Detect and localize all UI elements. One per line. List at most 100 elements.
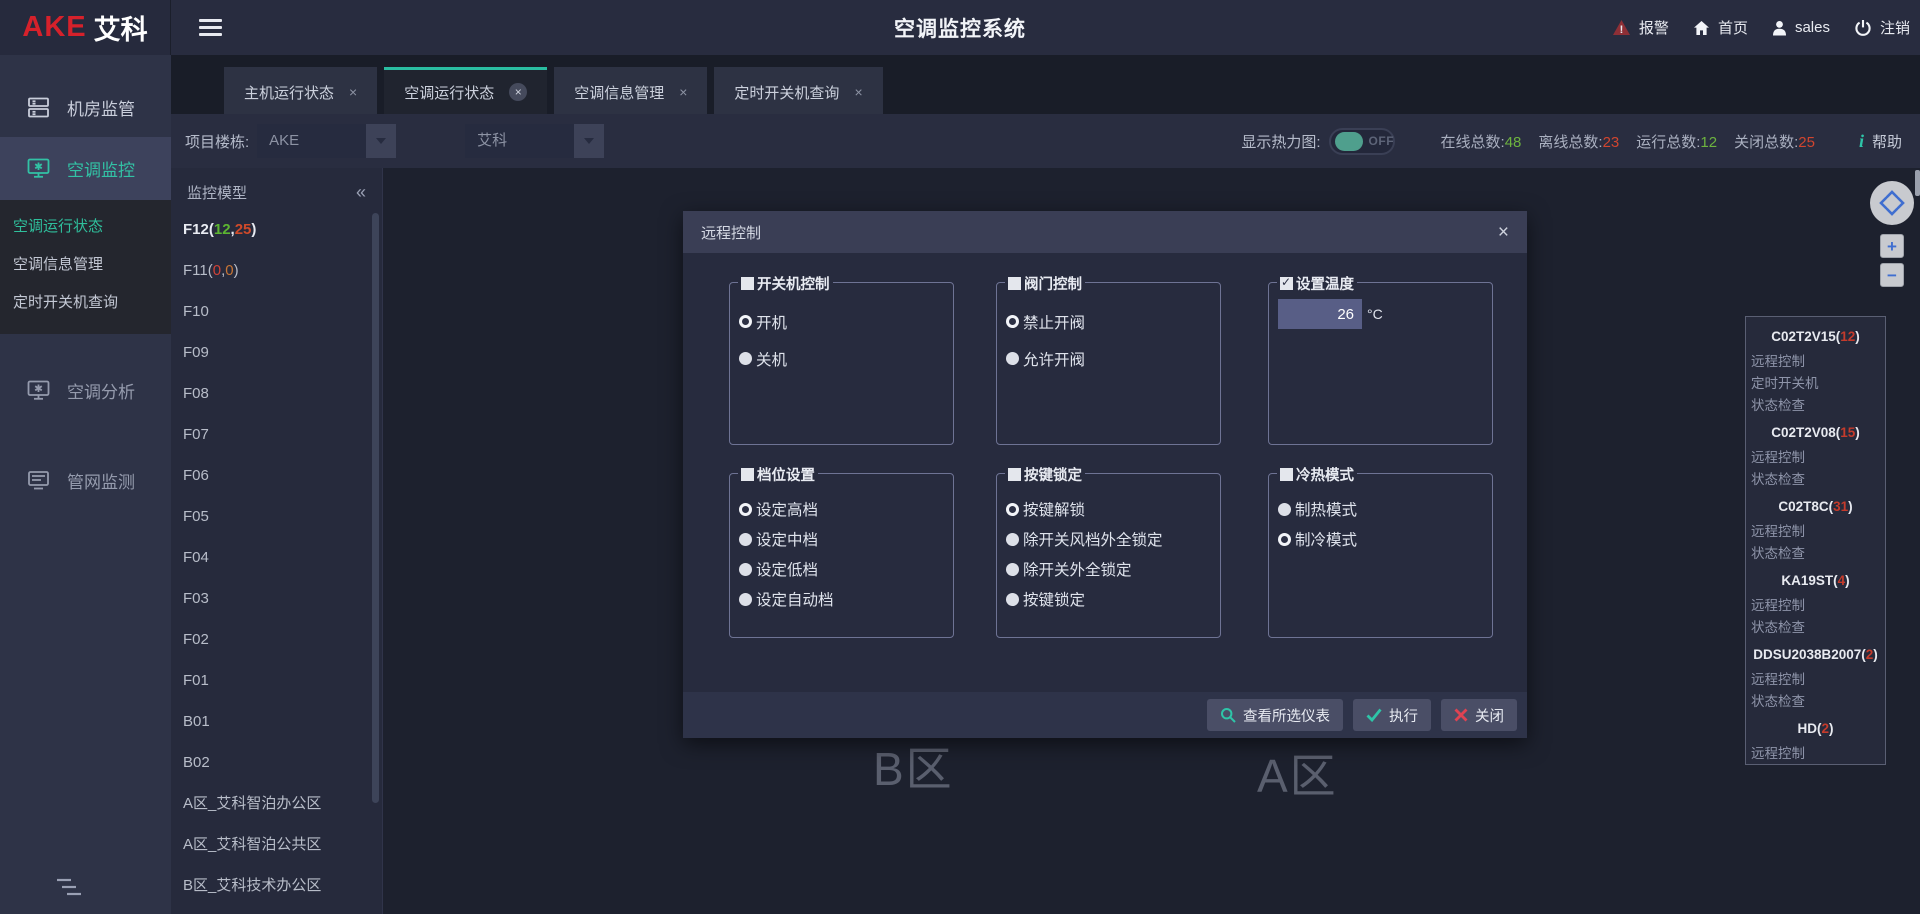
radio-icon[interactable] [739,533,752,546]
tab-close-icon[interactable]: × [679,85,687,99]
device-action-link[interactable]: 远程控制 [1746,521,1885,543]
tab-close-icon[interactable]: × [854,85,862,99]
model-item[interactable]: F02 [171,619,382,660]
hamburger-menu-icon[interactable] [199,19,222,36]
model-item[interactable]: F10 [171,291,382,332]
temperature-input[interactable] [1278,299,1362,329]
radio-option[interactable]: 设定高档 [739,494,953,524]
model-item[interactable]: A区_艾科智泊公共区 [171,824,382,865]
group-checkbox[interactable] [1280,468,1293,481]
radio-icon[interactable] [1006,503,1019,516]
tab-4[interactable]: 定时开关机查询× [714,67,882,114]
radio-icon[interactable] [1278,533,1291,546]
model-item[interactable]: F12(12,25) [171,209,382,250]
block-select[interactable]: 艾科 [465,124,604,158]
radio-icon[interactable] [739,593,752,606]
sidebar-subitem[interactable]: 定时开关机查询 [0,284,171,322]
sidebar-subitem[interactable]: 空调运行状态 [0,208,171,246]
group-legend[interactable]: 档位设置 [738,464,818,485]
model-item[interactable]: F11(0,0) [171,250,382,291]
tab-1[interactable]: 主机运行状态× [224,67,377,114]
sidebar-collapse-tree-icon[interactable] [56,876,82,902]
model-item[interactable]: F01 [171,660,382,701]
radio-icon[interactable] [739,503,752,516]
device-action-link[interactable]: 状态检查 [1746,469,1885,491]
nav-alarm-button[interactable]: !报警 [1612,17,1669,38]
help-button[interactable]: i 帮助 [1859,131,1902,152]
view-selected-meters-button[interactable]: 查看所选仪表 [1207,699,1343,731]
radio-option[interactable]: 开机 [739,303,953,340]
radio-icon[interactable] [1006,315,1019,328]
radio-option[interactable]: 关机 [739,340,953,377]
radio-option[interactable]: 设定自动档 [739,584,953,614]
close-button[interactable]: 关闭 [1441,699,1517,731]
group-legend[interactable]: 阀门控制 [1005,273,1085,294]
radio-option[interactable]: 禁止开阀 [1006,303,1220,340]
sidebar-item-machine-room[interactable]: 机房监管 [0,77,171,137]
radio-icon[interactable] [1006,593,1019,606]
canvas-scrollbar[interactable] [1915,170,1920,196]
device-action-link[interactable]: 远程控制 [1746,743,1885,765]
chevron-down-icon[interactable] [366,124,396,158]
model-panel-scrollbar[interactable] [372,213,379,803]
model-item[interactable]: B02 [171,742,382,783]
tab-2[interactable]: 空调运行状态× [384,67,547,114]
zoom-in-button[interactable]: + [1880,234,1904,258]
radio-icon[interactable] [739,352,752,365]
model-item[interactable]: B区_艾科技术办公区 [171,865,382,906]
tab-close-icon[interactable]: × [349,85,357,99]
map-pan-compass[interactable] [1869,180,1915,230]
device-action-link[interactable]: 状态检查 [1746,543,1885,565]
radio-option[interactable]: 除开关外全锁定 [1006,554,1220,584]
nav-user-button[interactable]: sales [1772,19,1830,36]
radio-option[interactable]: 除开关风档外全锁定 [1006,524,1220,554]
device-action-link[interactable]: 状态检查 [1746,691,1885,713]
tab-3[interactable]: 空调信息管理× [554,67,707,114]
zoom-out-button[interactable]: − [1880,263,1904,287]
model-item[interactable]: F08 [171,373,382,414]
model-item[interactable]: F05 [171,496,382,537]
device-action-link[interactable]: 远程控制 [1746,351,1885,373]
execute-button[interactable]: 执行 [1353,699,1431,731]
group-legend[interactable]: 按键锁定 [1005,464,1085,485]
radio-icon[interactable] [739,315,752,328]
building-select[interactable]: AKE [257,124,396,158]
sidebar-item-ac-monitor[interactable]: 空调监控 [0,137,171,200]
radio-option[interactable]: 制冷模式 [1278,524,1492,554]
model-item[interactable]: B01 [171,701,382,742]
close-icon[interactable]: × [1498,223,1509,242]
group-legend[interactable]: 开关机控制 [738,273,833,294]
chevron-down-icon[interactable] [574,124,604,158]
device-action-link[interactable]: 状态检查 [1746,395,1885,417]
radio-option[interactable]: 设定低档 [739,554,953,584]
nav-power-button[interactable]: 注销 [1854,17,1910,38]
radio-icon[interactable] [739,563,752,576]
radio-icon[interactable] [1006,533,1019,546]
radio-icon[interactable] [1006,563,1019,576]
model-item[interactable]: F06 [171,455,382,496]
group-checkbox[interactable] [741,468,754,481]
radio-option[interactable]: 按键锁定 [1006,584,1220,614]
tab-close-icon[interactable]: × [509,83,527,101]
group-legend[interactable]: 设置温度 [1277,273,1357,294]
heatmap-toggle[interactable]: OFF [1329,128,1395,155]
model-item[interactable]: A区_艾科智泊办公区 [171,783,382,824]
device-action-link[interactable]: 状态检查 [1746,617,1885,639]
model-item[interactable]: F03 [171,578,382,619]
nav-home-button[interactable]: 首页 [1693,17,1748,38]
radio-option[interactable]: 按键解锁 [1006,494,1220,524]
device-action-link[interactable]: 远程控制 [1746,595,1885,617]
radio-option[interactable]: 设定中档 [739,524,953,554]
radio-option[interactable]: 制热模式 [1278,494,1492,524]
model-item[interactable]: F09 [171,332,382,373]
group-checkbox[interactable] [1008,277,1021,290]
sidebar-item-pipe-monitor[interactable]: 管网监测 [0,450,171,510]
device-action-link[interactable]: 远程控制 [1746,669,1885,691]
group-checkbox[interactable] [1280,277,1293,290]
model-item[interactable]: F04 [171,537,382,578]
sidebar-subitem[interactable]: 空调信息管理 [0,246,171,284]
collapse-panel-icon[interactable]: « [356,182,366,203]
device-action-link[interactable]: 定时开关机 [1746,373,1885,395]
group-legend[interactable]: 冷热模式 [1277,464,1357,485]
radio-option[interactable]: 允许开阀 [1006,340,1220,377]
